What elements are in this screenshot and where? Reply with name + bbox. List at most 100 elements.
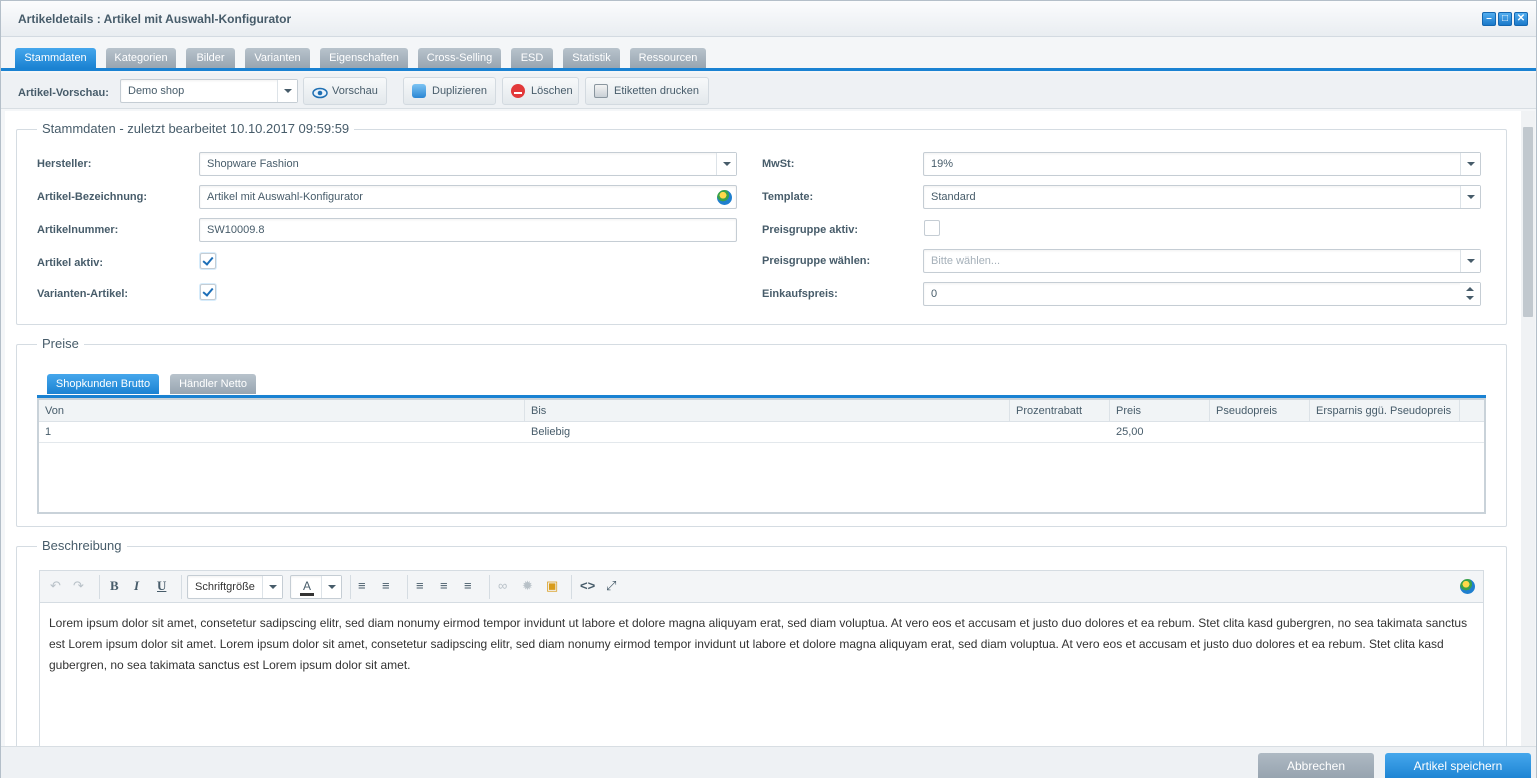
printer-icon [594,84,608,98]
tab-bilder[interactable]: Bilder [186,48,235,68]
tab-shopkunden-brutto[interactable]: Shopkunden Brutto [47,374,159,394]
tax-select[interactable]: 19% [923,152,1481,176]
shop-select[interactable]: Demo shop [120,79,298,103]
translation-globe-icon[interactable] [1460,579,1475,594]
article-active-label: Artikel aktiv: [37,257,104,269]
form-scrollbar[interactable] [1521,111,1535,746]
table-row[interactable] [39,422,1484,443]
pricegroup-label: Preisgruppe wählen: [762,255,871,267]
chevron-down-icon[interactable] [321,576,341,598]
font-size-select[interactable]: Schriftgröße [187,575,283,599]
cell-preis[interactable]: 25,00 [1110,422,1144,443]
article-number-label: Artikelnummer: [37,224,119,236]
column-header-prozentrabatt[interactable]: Prozentrabatt [1010,400,1110,422]
cancel-button[interactable]: Abbrechen [1258,753,1374,778]
tab-ressourcen[interactable]: Ressourcen [630,48,706,68]
text-color-icon: A [300,579,314,596]
cell-bis[interactable]: Beliebig [525,422,570,443]
article-number-field[interactable]: SW10009.8 [199,218,737,242]
column-header-preis[interactable]: Preis [1110,400,1210,422]
duplicate-button[interactable]: Duplizieren [403,77,496,105]
fullscreen-icon[interactable]: ⤢ [606,579,616,593]
tab-eigenschaften[interactable]: Eigenschaften [320,48,408,68]
column-header-ersparnis[interactable]: Ersparnis ggü. Pseudopreis [1310,400,1460,422]
tab-varianten[interactable]: Varianten [245,48,310,68]
column-header-bis[interactable]: Bis [525,400,1010,422]
shop-select-value: Demo shop [128,85,185,97]
purchase-price-field[interactable]: 0 [923,282,1481,306]
pricegroup-placeholder: Bitte wählen... [931,255,1001,267]
number-spinner[interactable] [1460,283,1480,305]
undo-icon[interactable]: ↶ [50,579,61,593]
variant-article-checkbox[interactable] [200,284,216,300]
delete-button[interactable]: Löschen [502,77,579,105]
variant-article-label: Varianten-Artikel: [37,288,129,300]
tab-haendler-netto[interactable]: Händler Netto [170,374,256,394]
tab-kategorien[interactable]: Kategorien [106,48,176,68]
template-label: Template: [762,191,814,203]
spin-up-icon[interactable] [1466,287,1474,291]
font-size-label: Schriftgröße [195,581,255,593]
article-details-window: Artikeldetails : Artikel mit Auswahl-Kon… [0,0,1537,778]
link-icon[interactable]: ∞ [498,579,507,593]
article-active-checkbox[interactable] [200,253,216,269]
template-select[interactable]: Standard [923,185,1481,209]
align-left-icon[interactable]: ≡ [416,579,424,593]
close-icon[interactable]: ✕ [1514,12,1528,26]
italic-icon[interactable]: I [134,579,139,593]
manufacturer-label: Hersteller: [37,158,92,170]
window-controls: – □ ✕ [1482,12,1528,26]
translation-globe-icon[interactable] [717,190,732,205]
column-header-von[interactable]: Von [39,400,525,422]
unlink-icon[interactable]: ✹ [522,579,533,593]
preview-button-label: Vorschau [332,85,378,97]
tax-value: 19% [931,158,954,170]
description-editor[interactable]: Lorem ipsum dolor sit amet, consetetur s… [39,602,1484,746]
cell-pseudopreis[interactable] [1210,422,1216,443]
tab-stammdaten[interactable]: Stammdaten [15,48,96,68]
scrollbar-thumb[interactable] [1523,127,1533,317]
preview-button[interactable]: Vorschau [303,77,387,105]
description-legend: Beschreibung [37,538,127,553]
print-labels-button-label: Etiketten drucken [614,85,699,97]
article-name-field[interactable]: Artikel mit Auswahl-Konfigurator [199,185,737,209]
bullet-list-icon[interactable]: ≡ [358,579,366,593]
duplicate-icon [412,84,426,98]
minimize-icon[interactable]: – [1482,12,1496,26]
align-center-icon[interactable]: ≡ [440,579,448,593]
pricegroup-active-checkbox[interactable] [924,220,940,236]
maximize-icon[interactable]: □ [1498,12,1512,26]
cell-prozentrabatt[interactable] [1010,422,1016,443]
chevron-down-icon[interactable] [716,153,736,175]
purchase-price-label: Einkaufspreis: [762,288,838,300]
chevron-down-icon[interactable] [262,576,282,598]
source-code-icon[interactable]: <> [580,579,595,593]
bold-icon[interactable]: B [110,579,119,593]
text-color-select[interactable]: A [290,575,342,599]
tab-cross-selling[interactable]: Cross-Selling [418,48,501,68]
pricegroup-select[interactable]: Bitte wählen... [923,249,1481,273]
cell-ersparnis[interactable] [1310,422,1316,443]
article-name-value: Artikel mit Auswahl-Konfigurator [207,191,363,203]
chevron-down-icon[interactable] [1460,186,1480,208]
numbered-list-icon[interactable]: ≡ [382,579,390,593]
chevron-down-icon[interactable] [1460,250,1480,272]
align-right-icon[interactable]: ≡ [464,579,472,593]
price-grid-header: Von Bis Prozentrabatt Preis Pseudopreis … [39,400,1484,422]
redo-icon[interactable]: ↷ [73,579,84,593]
preview-label: Artikel-Vorschau: [18,87,109,99]
save-article-button[interactable]: Artikel speichern [1385,753,1531,778]
spin-down-icon[interactable] [1466,296,1474,300]
media-icon[interactable]: ▣ [546,579,558,593]
manufacturer-select[interactable]: Shopware Fashion [199,152,737,176]
cell-von[interactable]: 1 [39,422,51,443]
window-titlebar[interactable]: Artikeldetails : Artikel mit Auswahl-Kon… [1,1,1536,37]
chevron-down-icon[interactable] [1460,153,1480,175]
toolbar-separator [489,575,490,599]
underline-icon[interactable]: U [157,579,166,593]
tab-statistik[interactable]: Statistik [563,48,620,68]
tab-esd[interactable]: ESD [511,48,553,68]
print-labels-button[interactable]: Etiketten drucken [585,77,709,105]
chevron-down-icon[interactable] [277,80,297,102]
column-header-pseudopreis[interactable]: Pseudopreis [1210,400,1310,422]
